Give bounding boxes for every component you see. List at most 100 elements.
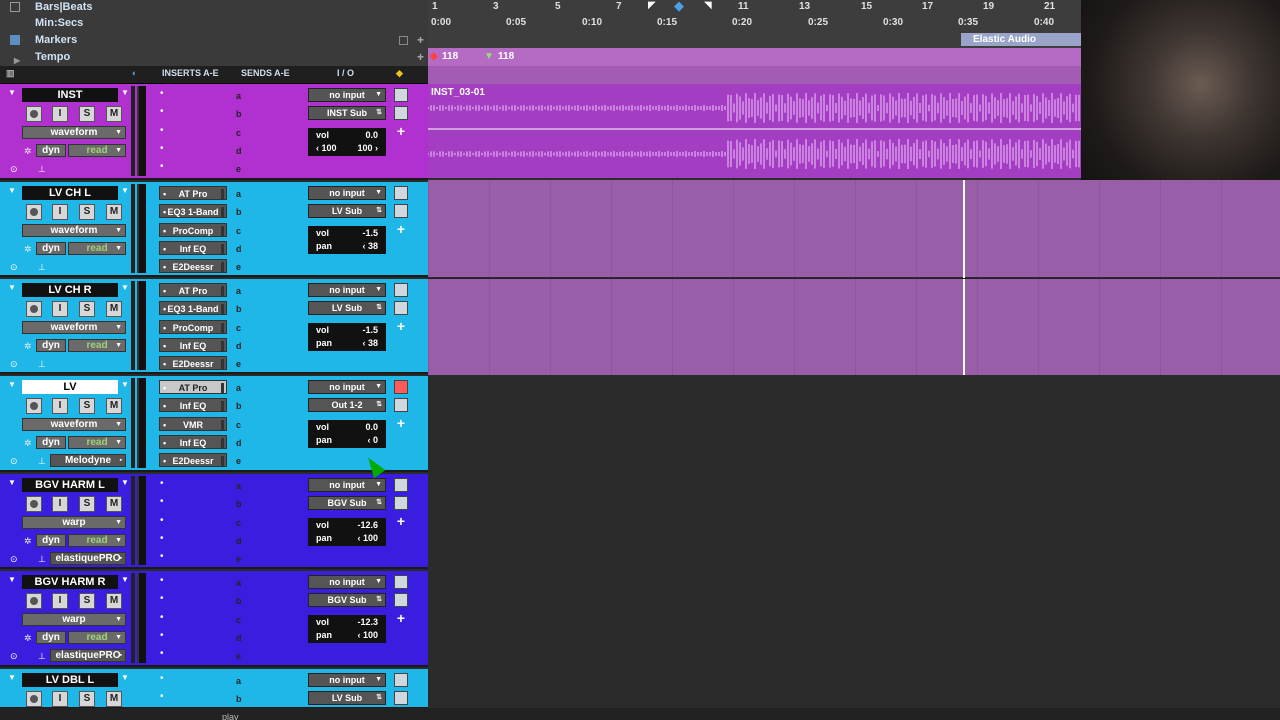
send-slot[interactable]: c — [236, 226, 241, 236]
ruler-menu-icon[interactable] — [10, 2, 20, 12]
add-output-icon[interactable]: + — [394, 124, 408, 138]
insert-slot[interactable]: • E2Deessr — [159, 453, 227, 468]
send-slot[interactable]: c — [236, 323, 241, 333]
insert-slot-empty[interactable]: • — [160, 125, 164, 136]
send-slot[interactable]: d — [236, 633, 242, 643]
elastic-icon[interactable]: ⊥ — [38, 262, 46, 273]
track-name[interactable]: LV CH R — [22, 283, 118, 297]
insert-slot[interactable]: • EQ3 1-Band — [159, 204, 227, 219]
playhead-icon[interactable]: ◆ — [674, 0, 684, 14]
automation-mode-selector[interactable]: read ▼ — [68, 534, 126, 547]
automation-mode-selector[interactable]: read ▼ — [68, 144, 126, 157]
elastic-mode-selector[interactable]: Melodyne ▪ — [50, 454, 126, 467]
input-monitor-button[interactable]: I — [52, 301, 68, 317]
volume-pan-display[interactable]: vol -12.6 pan ‹ 100 — [308, 518, 386, 546]
track-view-selector[interactable]: warp ▼ — [22, 516, 126, 529]
send-slot[interactable]: a — [236, 286, 241, 296]
insert-slot-empty[interactable]: • — [160, 515, 164, 526]
solo-button[interactable]: S — [79, 691, 95, 707]
insert-slot-empty[interactable]: • — [160, 593, 164, 604]
track-options-icon[interactable]: ▼ — [8, 380, 16, 389]
insert-slot-empty[interactable]: • — [160, 88, 164, 99]
track-lv-ch-l[interactable]: ▼ LV CH L ▼ I S M waveform ▼ ✲ dyn read ▼ ⊙ ⊥ • AT … — [0, 182, 428, 277]
ruler-min-secs[interactable]: Min:Secs — [0, 16, 428, 33]
track-options-icon[interactable]: ▼ — [8, 283, 16, 292]
insert-slot-empty[interactable]: • — [160, 496, 164, 507]
elastic-icon[interactable]: ⊥ — [38, 554, 46, 565]
send-slot[interactable]: a — [236, 383, 241, 393]
add-output-icon[interactable]: + — [394, 514, 408, 528]
dyn-selector[interactable]: dyn — [36, 242, 66, 255]
input-selector[interactable]: no input ▼ — [308, 673, 386, 687]
insert-slot-empty[interactable]: • — [160, 648, 164, 659]
insert-slot-empty[interactable]: • — [160, 161, 164, 172]
track-options-icon[interactable]: ▼ — [8, 478, 16, 487]
add-output-icon[interactable]: + — [394, 222, 408, 236]
output-selector[interactable]: LV Sub ⇅ — [308, 204, 386, 218]
input-monitor-button[interactable]: I — [52, 106, 68, 122]
track-lock-icon[interactable]: ⊙ — [10, 456, 18, 467]
input-monitor-button[interactable]: I — [52, 593, 68, 609]
output-window-icon[interactable] — [394, 301, 408, 315]
mute-button[interactable]: M — [106, 593, 122, 609]
automation-mode-selector[interactable]: read ▼ — [68, 339, 126, 352]
track-options-icon[interactable]: ▼ — [8, 186, 16, 195]
record-button[interactable] — [26, 398, 42, 414]
insert-slot-empty[interactable]: • — [160, 143, 164, 154]
insert-slot-empty[interactable]: • — [160, 575, 164, 586]
send-slot[interactable]: b — [236, 694, 242, 704]
track-name-menu-icon[interactable]: ▼ — [121, 186, 129, 195]
insert-slot[interactable]: • E2Deessr — [159, 356, 227, 371]
input-monitor-button[interactable]: I — [52, 398, 68, 414]
track-bgv-harm-l[interactable]: ▼ BGV HARM L ▼ I S M warp ▼ ✲ dyn read ▼ ⊙ ⊥ elast… — [0, 474, 428, 569]
send-slot[interactable]: a — [236, 91, 241, 101]
add-output-icon[interactable]: + — [394, 319, 408, 333]
mix-window-icon[interactable]: ◐ — [132, 68, 137, 78]
input-monitor-icon[interactable] — [394, 283, 408, 297]
input-selector[interactable]: no input ▼ — [308, 283, 386, 297]
input-monitor-button[interactable]: I — [52, 204, 68, 220]
dyn-selector[interactable]: dyn — [36, 631, 66, 644]
insert-slot[interactable]: • AT Pro — [159, 380, 227, 394]
record-button[interactable] — [26, 496, 42, 512]
track-name-menu-icon[interactable]: ▼ — [121, 575, 129, 584]
output-selector[interactable]: Out 1-2 ⇅ — [308, 398, 386, 412]
track-options-icon[interactable]: ▼ — [8, 673, 16, 682]
send-slot[interactable]: c — [236, 128, 241, 138]
track-name[interactable]: INST — [22, 88, 118, 102]
record-button[interactable] — [26, 106, 42, 122]
bars-ruler[interactable]: 1 3 5 7 ◤ ◆ ◥ 11 13 15 17 19 21 — [428, 0, 1081, 14]
input-monitor-icon[interactable] — [394, 186, 408, 200]
automation-mode-selector[interactable]: read ▼ — [68, 242, 126, 255]
track-view-selector[interactable]: waveform ▼ — [22, 321, 126, 334]
send-slot[interactable]: e — [236, 554, 241, 564]
tempo-ruler[interactable]: ◆ 118 ▼ 118 — [428, 48, 1081, 66]
ruler-tempo[interactable]: ▶ Tempo + — [0, 50, 428, 67]
insert-slot-empty[interactable]: • — [160, 533, 164, 544]
send-slot[interactable]: d — [236, 146, 242, 156]
track-lock-icon[interactable]: ⊙ — [10, 651, 18, 662]
selection-end-icon[interactable]: ◥ — [704, 0, 712, 11]
solo-button[interactable]: S — [79, 398, 95, 414]
track-lock-icon[interactable]: ⊙ — [10, 262, 18, 273]
track-options-icon[interactable]: ▼ — [8, 575, 16, 584]
dyn-selector[interactable]: dyn — [36, 534, 66, 547]
solo-button[interactable]: S — [79, 106, 95, 122]
elastic-icon[interactable]: ⊥ — [38, 651, 46, 662]
input-selector[interactable]: no input ▼ — [308, 186, 386, 200]
dyn-selector[interactable]: dyn — [36, 144, 66, 157]
mute-button[interactable]: M — [106, 106, 122, 122]
inserts-header[interactable]: INSERTS A-E — [162, 68, 219, 78]
solo-button[interactable]: S — [79, 204, 95, 220]
marker-elastic-audio[interactable]: Elastic Audio — [961, 33, 1081, 46]
output-selector[interactable]: LV Sub ⇅ — [308, 691, 386, 705]
send-slot[interactable]: e — [236, 456, 241, 466]
send-slot[interactable]: b — [236, 596, 242, 606]
insert-slot[interactable]: • E2Deessr — [159, 259, 227, 274]
volume-pan-display[interactable]: vol 0.0 pan ‹ 0 — [308, 420, 386, 448]
input-monitor-button[interactable]: I — [52, 691, 68, 707]
send-slot[interactable]: e — [236, 651, 241, 661]
insert-slot[interactable]: • VMR — [159, 416, 227, 431]
dyn-selector[interactable]: dyn — [36, 339, 66, 352]
track-name[interactable]: BGV HARM R — [22, 575, 118, 589]
